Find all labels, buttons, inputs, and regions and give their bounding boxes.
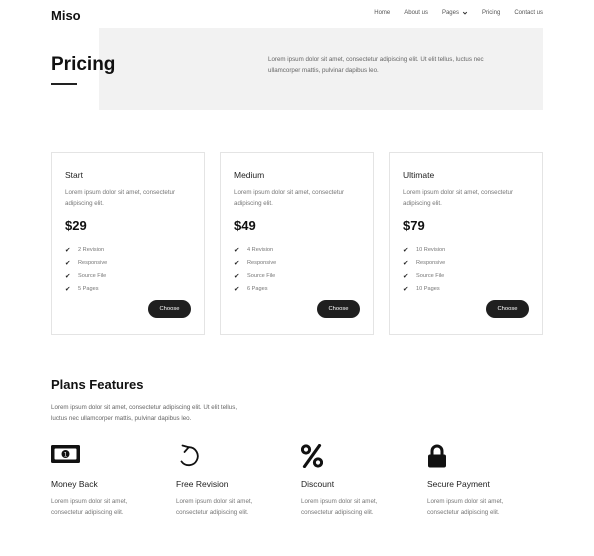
pricing-card-medium: Medium Lorem ipsum dolor sit amet, conse…	[220, 152, 374, 335]
choose-button[interactable]: Choose	[486, 300, 529, 318]
title-underline	[51, 83, 77, 85]
feature-discount: Discount Lorem ipsum dolor sit amet, con…	[301, 444, 416, 516]
plan-feature-label: Responsive	[78, 260, 108, 267]
check-icon: ✔	[65, 260, 71, 268]
check-icon: ✔	[403, 247, 409, 255]
feature-description: Lorem ipsum dolor sit amet, consectetur …	[176, 498, 253, 516]
plan-price: $49	[234, 218, 256, 233]
features-intro: Lorem ipsum dolor sit amet, consectetur …	[51, 404, 238, 422]
plan-feature-list: ✔ 4 Revision ✔ Responsive ✔ Source File ✔ 6 …	[234, 244, 276, 295]
redo-icon	[180, 444, 199, 467]
feature-secure-payment: Secure Payment Lorem ipsum dolor sit ame…	[427, 444, 542, 516]
plan-feature-list: ✔ 10 Revision ✔ Responsive ✔ Source File ✔ 1…	[403, 244, 445, 295]
check-icon: ✔	[403, 272, 409, 280]
check-icon: ✔	[65, 285, 71, 293]
choose-button[interactable]: Choose	[317, 300, 360, 318]
nav-pricing[interactable]: Pricing	[482, 10, 500, 16]
check-icon: ✔	[403, 285, 409, 293]
plan-feature: ✔ 6 Pages	[234, 282, 276, 295]
feature-description: Lorem ipsum dolor sit amet, consectetur …	[51, 498, 128, 516]
chevron-down-icon	[462, 11, 468, 15]
plan-name: Start	[65, 170, 83, 180]
check-icon: ✔	[234, 260, 240, 268]
plan-feature-label: 2 Revision	[78, 247, 105, 254]
feature-description: Lorem ipsum dolor sit amet, consectetur …	[301, 498, 378, 516]
feature-description: Lorem ipsum dolor sit amet, consectetur …	[427, 498, 504, 516]
feature-title: Free Revision	[176, 479, 229, 489]
check-icon: ✔	[234, 247, 240, 255]
plan-feature-label: Responsive	[247, 260, 277, 267]
plan-feature-label: 6 Pages	[247, 285, 268, 292]
percent-icon	[301, 444, 323, 468]
plan-price: $29	[65, 218, 87, 233]
page-title: Pricing	[51, 54, 116, 75]
plan-feature-list: ✔ 2 Revision ✔ Responsive ✔ Source File ✔ 5 …	[65, 244, 107, 295]
plan-feature: ✔ Source File	[403, 270, 445, 283]
feature-free-revision: Free Revision Lorem ipsum dolor sit amet…	[176, 444, 291, 516]
pricing-card-start: Start Lorem ipsum dolor sit amet, consec…	[51, 152, 205, 335]
choose-button[interactable]: Choose	[148, 300, 191, 318]
plan-feature: ✔ 4 Revision	[234, 244, 276, 257]
nav-pages-label: Pages	[441, 10, 459, 16]
plan-description: Lorem ipsum dolor sit amet, consectetur …	[234, 189, 345, 207]
main-nav: Home About us Pages Pricing Contact us	[374, 10, 543, 16]
plan-feature-label: Responsive	[416, 260, 446, 267]
plan-price: $79	[403, 218, 425, 233]
plan-description: Lorem ipsum dolor sit amet, consectetur …	[403, 189, 514, 207]
site-logo[interactable]: Miso	[51, 8, 81, 23]
features-heading: Plans Features	[51, 377, 144, 392]
money-bill-icon: 1	[51, 445, 80, 463]
plan-feature-label: 4 Revision	[247, 247, 274, 254]
feature-title: Money Back	[51, 479, 98, 489]
feature-title: Discount	[301, 479, 335, 489]
plan-feature-label: 5 Pages	[78, 285, 99, 292]
pricing-card-ultimate: Ultimate Lorem ipsum dolor sit amet, con…	[389, 152, 543, 335]
nav-about-us[interactable]: About us	[404, 10, 428, 16]
plan-feature: ✔ Source File	[234, 270, 276, 283]
check-icon: ✔	[403, 260, 409, 268]
check-icon: ✔	[234, 285, 240, 293]
plan-feature: ✔ 2 Revision	[65, 244, 107, 257]
svg-text:1: 1	[64, 452, 68, 459]
check-icon: ✔	[65, 272, 71, 280]
plan-feature: ✔ 10 Pages	[403, 282, 445, 295]
plan-name: Medium	[234, 170, 265, 180]
check-icon: ✔	[65, 247, 71, 255]
plan-feature: ✔ Source File	[65, 270, 107, 283]
plan-feature-label: Source File	[416, 272, 445, 279]
feature-title: Secure Payment	[427, 479, 490, 489]
plan-feature-label: Source File	[247, 272, 276, 279]
plan-feature: ✔ Responsive	[234, 257, 276, 270]
lock-icon	[428, 444, 446, 468]
nav-home[interactable]: Home	[374, 10, 390, 16]
plan-feature-label: 10 Pages	[416, 285, 440, 292]
nav-pages[interactable]: Pages	[442, 10, 468, 16]
plan-feature-label: Source File	[78, 272, 107, 279]
nav-contact-us[interactable]: Contact us	[514, 10, 543, 16]
plan-feature: ✔ 5 Pages	[65, 282, 107, 295]
hero-description: Lorem ipsum dolor sit amet, consectetur …	[268, 56, 484, 74]
plan-feature: ✔ Responsive	[65, 257, 107, 270]
feature-money-back: 1 Money Back Lorem ipsum dolor sit amet,…	[51, 444, 166, 516]
plan-name: Ultimate	[403, 170, 435, 180]
plan-feature: ✔ Responsive	[403, 257, 445, 270]
plan-feature: ✔ 10 Revision	[403, 244, 445, 257]
check-icon: ✔	[234, 272, 240, 280]
plan-feature-label: 10 Revision	[416, 247, 446, 254]
plan-description: Lorem ipsum dolor sit amet, consectetur …	[65, 189, 176, 207]
